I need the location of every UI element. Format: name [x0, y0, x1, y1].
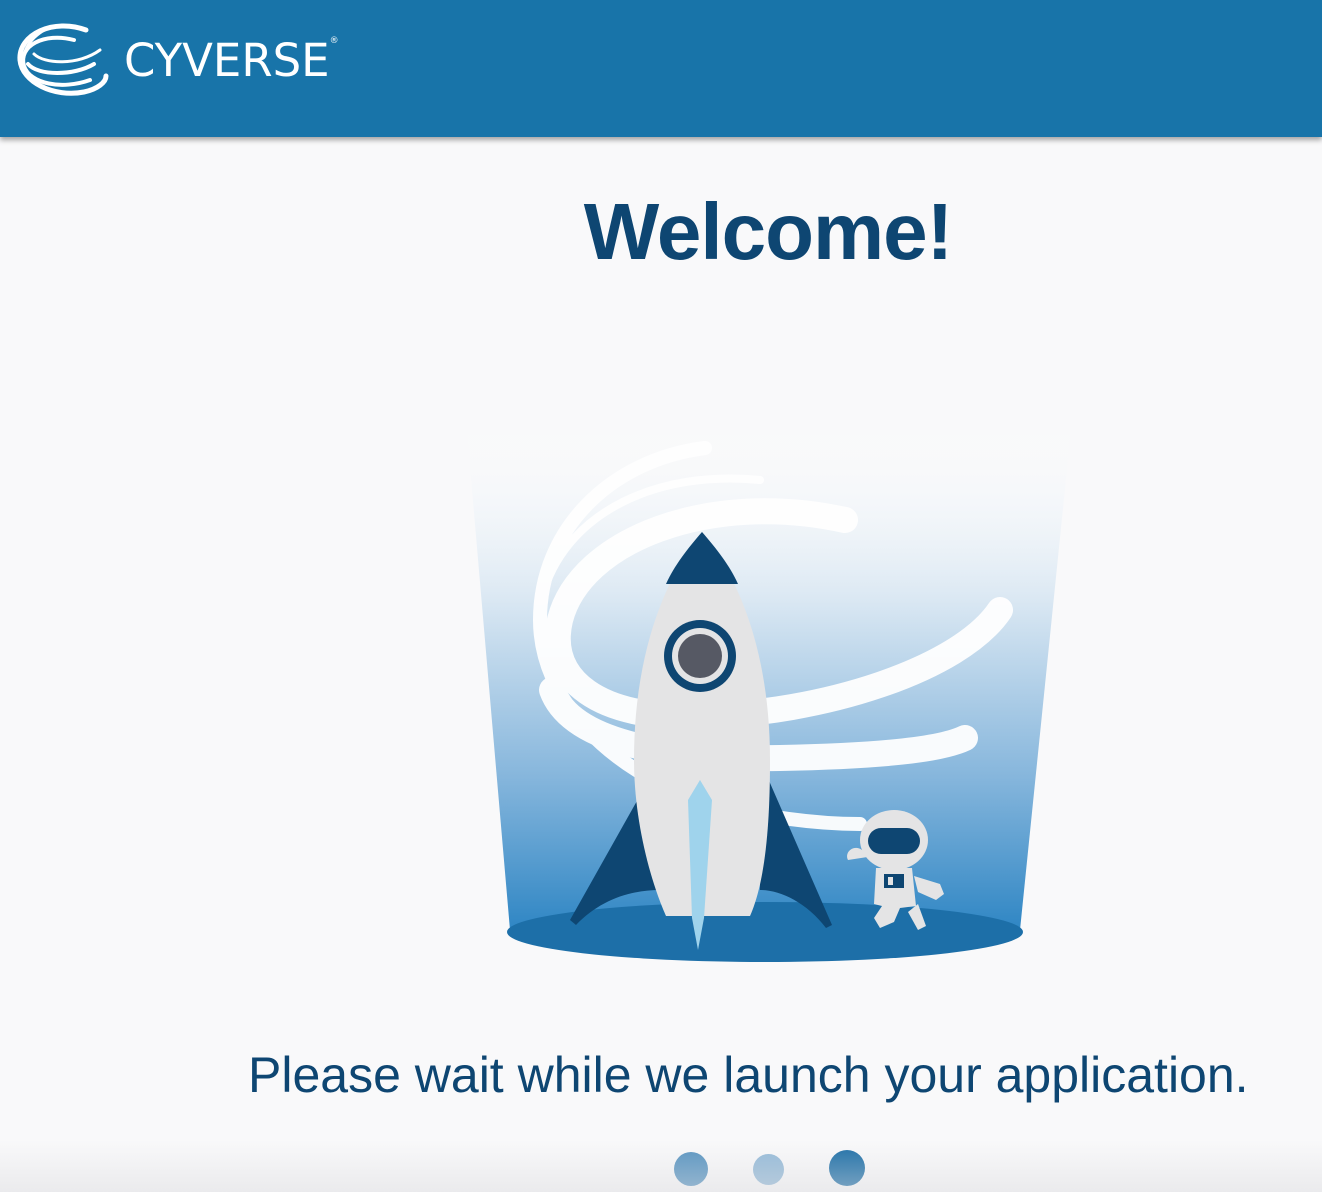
loading-dot-1 [674, 1152, 708, 1186]
loading-dot-2 [753, 1154, 784, 1185]
top-header-bar: CYVERSE ® [0, 0, 1322, 137]
loading-dot-3 [829, 1150, 865, 1186]
loading-indicator [0, 1150, 1322, 1192]
welcome-heading: Welcome! [583, 187, 953, 276]
brand-name: CYVERSE ® [124, 33, 339, 87]
launch-status-message: Please wait while we launch your applica… [248, 1047, 1249, 1103]
rocket-astronaut-launch-illustration [466, 420, 1072, 962]
registered-mark: ® [329, 35, 339, 46]
cyverse-logo[interactable]: CYVERSE ® [14, 20, 339, 104]
cyverse-swoosh-logo-icon [17, 23, 109, 96]
